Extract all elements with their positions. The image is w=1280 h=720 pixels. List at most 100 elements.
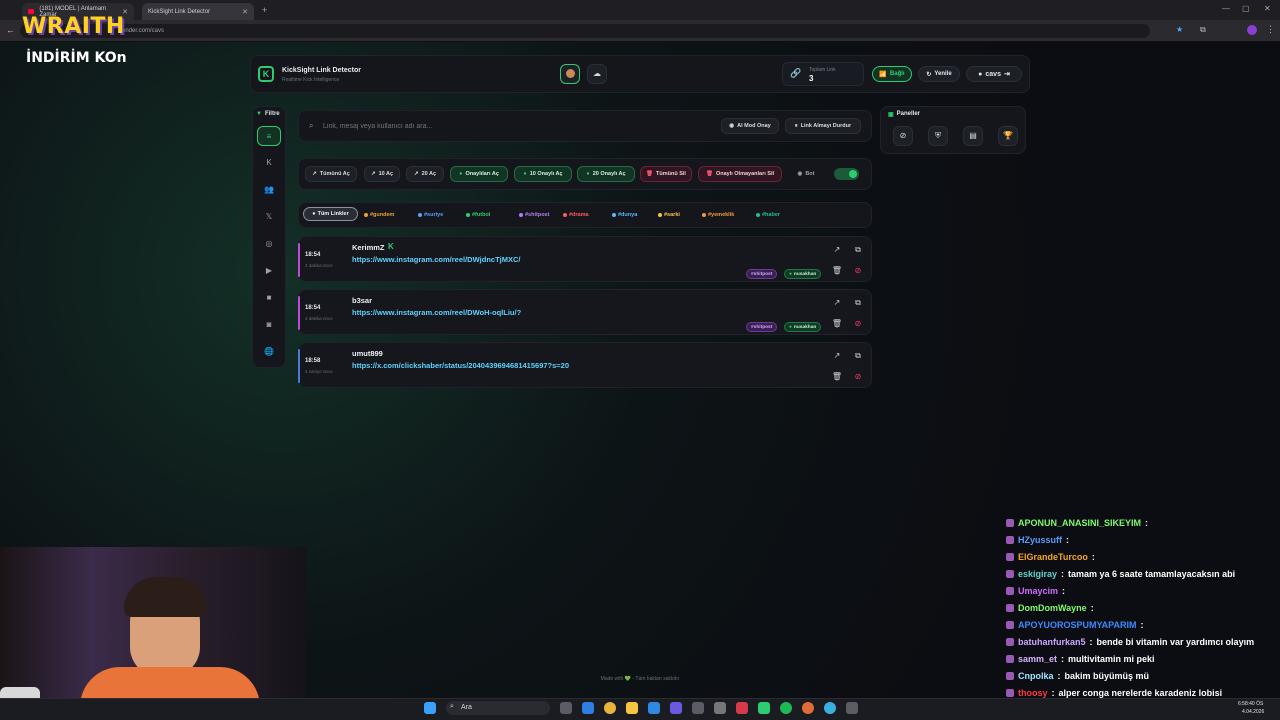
chrome-icon[interactable] <box>604 702 616 714</box>
link-row[interactable]: 18:54 4 dakika önce b3sar https://www.insta… <box>298 289 872 335</box>
trash-icon[interactable]: 🗑 <box>831 371 843 383</box>
wifi-icon: 📶 <box>879 71 887 78</box>
extensions-icon[interactable]: ⧉ <box>1200 25 1206 35</box>
open-link-icon[interactable]: ↗ <box>831 244 843 256</box>
app-icon[interactable] <box>824 702 836 714</box>
browser-tab-2[interactable]: KickSight Link Detector ✕ <box>142 3 254 20</box>
maximize-icon[interactable]: ▢ <box>1242 4 1250 13</box>
sidebar-item-video[interactable]: ■ <box>257 288 281 308</box>
panel-trophy-button[interactable]: 🏆 <box>998 126 1018 146</box>
ban-icon[interactable]: ⊘ <box>852 318 864 330</box>
edge-icon[interactable] <box>648 702 660 714</box>
minimize-icon[interactable]: — <box>1222 4 1230 13</box>
chat-username: eskigiray <box>1018 569 1058 579</box>
ban-icon: ⊘ <box>899 131 907 140</box>
copy-icon[interactable]: ⧉ <box>852 297 864 309</box>
start-icon[interactable] <box>424 702 436 714</box>
app-icon[interactable] <box>758 702 770 714</box>
close-icon[interactable]: ✕ <box>242 8 248 16</box>
open-approved-button[interactable]: ● Onaylıları Aç <box>450 166 508 182</box>
shield-icon: ⛨ <box>935 131 941 140</box>
user-menu-button[interactable]: ● cavs ⇥ <box>966 66 1022 82</box>
delete-unapproved-button[interactable]: 🗑 Onaylı Olmayanları Sil <box>698 166 782 182</box>
open-10-approved-button[interactable]: ● 10 Onaylı Aç <box>514 166 572 182</box>
ban-icon[interactable]: ⊘ <box>852 265 864 277</box>
search-input[interactable] <box>305 116 710 136</box>
open-20-button[interactable]: ↗ 20 Aç <box>406 166 444 182</box>
chat-separator: : <box>1140 620 1144 630</box>
discord-icon[interactable] <box>670 702 682 714</box>
app-icon[interactable] <box>802 702 814 714</box>
row-url[interactable]: https://www.instagram.com/reel/DWoH-oqlL… <box>352 308 521 317</box>
link-row[interactable]: 18:58 4 saniye önce umut899 https://x.com/c… <box>298 342 872 388</box>
star-icon[interactable]: ★ <box>1176 25 1183 34</box>
row-url[interactable]: https://www.instagram.com/reel/DWjdncTjM… <box>352 255 521 264</box>
back-icon[interactable]: ← <box>6 25 15 35</box>
connection-status-button[interactable]: 📶 Bağlı <box>872 66 912 82</box>
avatar-button[interactable] <box>560 64 580 84</box>
panels-header: ▣ Paneller <box>888 111 920 118</box>
tag-label: #haber <box>762 212 781 218</box>
tag-all-links[interactable]: ● Tüm Linkler <box>303 207 358 221</box>
panel-archive-button[interactable]: ▤ <box>963 126 983 146</box>
url-field[interactable]: render.com/cavs <box>20 24 1150 38</box>
window-close-icon[interactable]: ✕ <box>1264 4 1271 13</box>
kick-icon: K <box>388 242 394 251</box>
sidebar-item-camera[interactable]: ◙ <box>257 315 281 335</box>
sidebar-item-x[interactable]: 𝕏 <box>257 207 281 227</box>
ban-icon[interactable]: ⊘ <box>852 371 864 383</box>
taskview-icon[interactable] <box>560 702 572 714</box>
tag-filter[interactable]: #haber <box>756 209 780 221</box>
refresh-button[interactable]: ↻ Yenile <box>918 66 960 82</box>
open-link-icon[interactable]: ↗ <box>831 297 843 309</box>
app-icon[interactable] <box>846 702 858 714</box>
tag-filter[interactable]: #yemeklik <box>702 209 734 221</box>
copilot-icon[interactable] <box>582 702 594 714</box>
sidebar-item-instagram[interactable]: ◎ <box>257 234 281 254</box>
theme-toggle-button[interactable]: ☁ <box>587 64 607 84</box>
open-20-approved-button[interactable]: ● 20 Onaylı Aç <box>577 166 635 182</box>
app-icon[interactable] <box>714 702 726 714</box>
sidebar-item-youtube[interactable]: ▶ <box>257 261 281 281</box>
open-10-button[interactable]: ↗ 10 Aç <box>364 166 400 182</box>
taskbar-search[interactable]: Ara <box>446 701 550 715</box>
copy-icon[interactable]: ⧉ <box>852 244 864 256</box>
ai-mod-approve-button[interactable]: ◉ AI Mod Onay <box>721 118 779 134</box>
spotify-icon[interactable] <box>780 702 792 714</box>
panel-ban-button[interactable]: ⊘ <box>893 126 913 146</box>
stop-links-button[interactable]: ⏸ Link Almayı Durdur <box>785 118 861 134</box>
sidebar-item-kick[interactable]: K <box>257 153 281 173</box>
delete-all-button[interactable]: 🗑 Tümünü Sil <box>640 166 692 182</box>
file-explorer-icon[interactable] <box>626 702 638 714</box>
tag-filter[interactable]: #shitpost <box>519 209 549 221</box>
link-row[interactable]: 18:54 4 dakika önce KerimmZ https://www.ins… <box>298 236 872 282</box>
app-icon[interactable] <box>692 702 704 714</box>
panel-shield-button[interactable]: ⛨ <box>928 126 948 146</box>
tag-filter[interactable]: #futbol <box>466 209 490 221</box>
chat-message: samm_et: multivitamin mi peki <box>1006 654 1155 664</box>
copy-icon[interactable]: ⧉ <box>852 350 864 362</box>
tag-filter[interactable]: #sarki <box>658 209 680 221</box>
tag-filter[interactable]: #dunya <box>612 209 637 221</box>
trash-icon[interactable]: 🗑 <box>831 318 843 330</box>
tag-filter[interactable]: #drama <box>563 209 589 221</box>
logout-icon[interactable]: ⇥ <box>1004 70 1010 78</box>
new-tab-icon[interactable]: + <box>262 5 267 15</box>
open-all-button[interactable]: ↗ Tümünü Aç <box>305 166 357 182</box>
open-link-icon[interactable]: ↗ <box>831 350 843 362</box>
row-username: b3sar <box>352 296 373 305</box>
bot-toggle[interactable] <box>834 168 859 180</box>
sidebar-item-all[interactable]: ≡ <box>257 126 281 146</box>
sidebar-item-users[interactable]: 👥 <box>257 180 281 200</box>
tag-filter[interactable]: #suriye <box>418 209 443 221</box>
trash-icon[interactable]: 🗑 <box>831 265 843 277</box>
dot-icon <box>418 213 422 217</box>
user-icon: ● <box>978 70 983 78</box>
profile-avatar[interactable] <box>1247 25 1257 35</box>
tag-filter[interactable]: #gundem <box>364 209 394 221</box>
dot-icon <box>563 213 567 217</box>
sidebar-item-globe[interactable]: 🌐 <box>257 342 281 362</box>
menu-icon[interactable]: ⋮ <box>1266 24 1275 35</box>
app-icon[interactable] <box>736 702 748 714</box>
row-url[interactable]: https://x.com/clickshaber/status/2040439… <box>352 361 569 370</box>
